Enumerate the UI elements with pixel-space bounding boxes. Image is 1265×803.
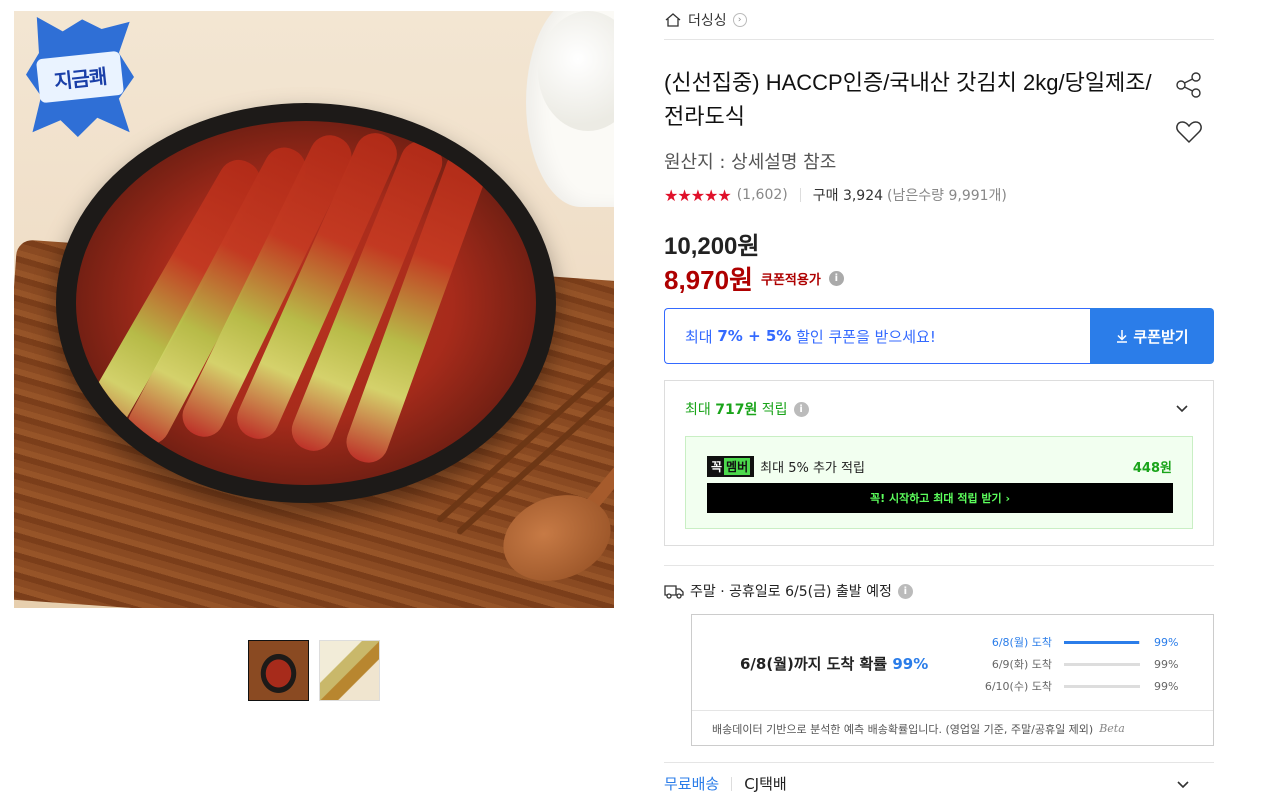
delivery-probability-footnote: 배송데이터 기반으로 분석한 예측 배송확률입니다. (영업일 기준, 주말/공… [692,710,1213,746]
membership-reward-line: 꼭 멤버 최대 5% 추가 적립 448원 [707,456,1172,477]
probability-bar [1064,684,1140,688]
info-icon[interactable]: i [897,583,913,599]
delivery-probability-summary: 6/8(월)까지 도착 확률 99% [740,655,929,673]
delivery-probability-item: 6/8(월) 도착 99% [982,631,1182,653]
divider [664,39,1214,40]
star-rating[interactable]: ★★★★★ [664,186,732,205]
probability-value: 99% [1154,635,1179,649]
probability-bar-fill [1064,662,1140,666]
delivery-date-label: 6/10(수) 도착 [984,680,1052,693]
membership-reward-text: 최대 5% 추가 적립 [760,461,865,476]
divider [664,565,1214,566]
thumbnail-2[interactable] [319,640,380,701]
get-coupon-button[interactable]: 쿠폰받기 [1090,308,1214,364]
reward-prefix: 최대 [685,402,716,418]
heart-icon[interactable] [1174,117,1204,147]
coupon-banner: 최대 7% + 5% 할인 쿠폰을 받으세요! [664,308,1090,364]
promo-badge-text: 지금쾌 [35,50,125,104]
sale-price-row: 8,970원 쿠폰적용가 i [664,260,844,297]
separator [799,188,801,202]
thumbnail-1[interactable] [248,640,309,701]
carrier-name: CJ택배 [744,775,787,793]
remaining-stock: (남은수량 9,991개) [887,188,1007,204]
rating-row: ★★★★★ (1,602) 구매 3,924 (남은수량 9,991개) [664,185,1007,205]
get-coupon-label: 쿠폰받기 [1133,327,1189,346]
brand-link[interactable]: 더싱싱 › [664,10,747,30]
membership-start-button[interactable]: 꼭! 시작하고 최대 적립 받기 › [707,483,1173,513]
coupon-text-suffix: 할인 쿠폰을 받으세요! [791,327,936,346]
shipping-schedule: 주말 · 공휴일로 6/5(금) 출발 예정 [690,584,892,600]
probability-bar-fill [1064,640,1140,644]
delivery-probability-item: 6/9(화) 도착 99% [982,653,1182,675]
probability-value: 99% [1154,657,1179,671]
product-title: (신선집중) HACCP인증/국내산 갓김치 2kg/당일제조/전라도식 [664,70,1152,129]
download-icon [1117,330,1128,343]
probability-bar [1064,640,1140,644]
coupon-text-prefix: 최대 [685,327,718,346]
membership-logo: 꼭 멤버 [707,456,755,477]
delivery-date-label: 6/8(월) 도착 [991,636,1052,649]
divider [664,762,1214,763]
info-icon[interactable]: i [793,401,809,417]
coupon-discount: 7% + 5% [717,327,792,345]
sale-price: 8,970원 [664,265,753,295]
beta-label: Beta [1099,722,1125,735]
delivery-info-row[interactable]: 무료배송 CJ택배 [664,773,1214,794]
delivery-probability-list: 6/8(월) 도착 99% 6/9(화) 도착 99% 6/10(수) 도착 99% [982,631,1182,697]
chevron-down-icon[interactable] [1173,399,1191,417]
delivery-probability-box: 6/8(월)까지 도착 확률 99% 6/8(월) 도착 99% 6/9(화) 도착… [691,614,1214,746]
probability-value: 99% [1154,679,1179,693]
delivery-date-label: 6/9(화) 도착 [991,658,1052,671]
membership-reward-box: 꼭 멤버 최대 5% 추가 적립 448원 꼭! 시작하고 최대 적립 받기 › [685,436,1193,529]
original-price: 10,200원 [664,233,760,260]
brand-name: 더싱싱 [688,13,727,29]
reward-suffix: 적립 [757,402,788,418]
reward-summary[interactable]: 최대 717원 적립 i [685,399,809,419]
delivery-probability-item: 6/10(수) 도착 99% [982,675,1182,697]
home-icon [665,13,681,27]
purchase-count: 구매 3,924 [812,188,884,204]
reward-card: 최대 717원 적립 i 꼭 멤버 최대 5% 추가 적립 448원 꼭! 시작하… [664,380,1214,546]
share-icon[interactable] [1174,70,1204,100]
separator [731,776,733,791]
origin-label: 원산지 : 상세설명 참조 [664,152,837,173]
chevron-right-icon: › [732,13,747,27]
product-main-image[interactable]: 지금쾌 [14,11,614,608]
probability-bar-fill [1064,684,1140,688]
membership-reward-amount: 448원 [1132,461,1172,476]
rice-bowl [526,11,614,207]
probability-bar [1064,662,1140,666]
thumbnail-list [248,640,380,701]
truck-icon [664,585,684,599]
info-icon[interactable]: i [828,271,844,286]
coupon-applied-label: 쿠폰적용가 [760,273,821,288]
review-count[interactable]: (1,602) [737,187,788,203]
free-shipping-label: 무료배송 [664,775,720,793]
reward-amount: 717원 [715,402,758,418]
shipping-schedule-row: 주말 · 공휴일로 6/5(금) 출발 예정 i [664,581,913,601]
chevron-down-icon[interactable] [1174,775,1192,793]
